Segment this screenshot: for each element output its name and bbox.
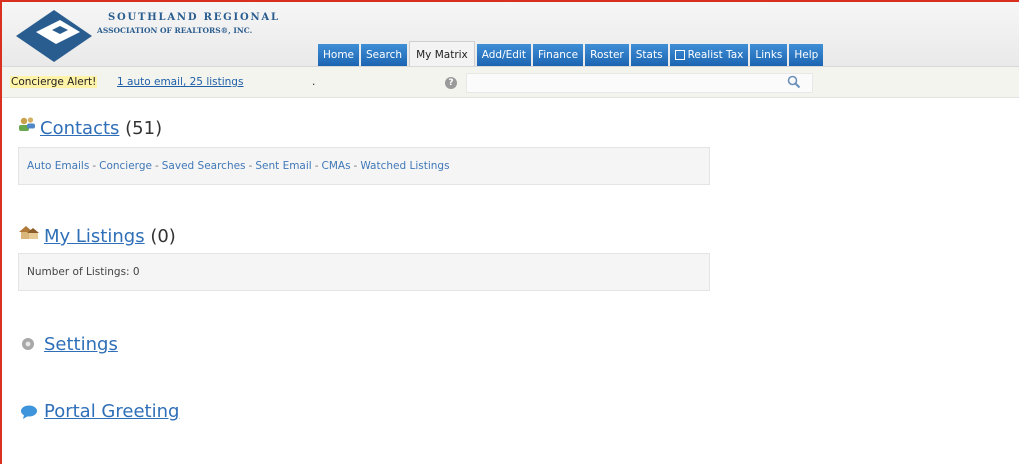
contacts-link[interactable]: Contacts — [40, 118, 119, 139]
tab-realist-tax[interactable]: Realist Tax — [669, 44, 749, 66]
my-listings-link[interactable]: My Listings — [44, 226, 145, 247]
link-saved-searches[interactable]: Saved Searches — [162, 160, 246, 172]
alert-suffix: . — [312, 76, 316, 88]
contacts-heading: Contacts (51) — [40, 118, 162, 139]
tab-my-matrix[interactable]: My Matrix — [409, 41, 475, 66]
header: SOUTHLAND REGIONAL ASSOCIATION OF REALTO… — [2, 2, 1019, 66]
tab-links[interactable]: Links — [750, 44, 788, 66]
logo[interactable]: SOUTHLAND REGIONAL ASSOCIATION OF REALTO… — [12, 6, 302, 62]
tab-roster[interactable]: Roster — [585, 44, 629, 66]
separator: - — [314, 160, 319, 172]
number-of-listings: Number of Listings: 0 — [27, 266, 140, 278]
separator: - — [154, 160, 159, 172]
houses-icon — [19, 226, 39, 239]
link-auto-emails[interactable]: Auto Emails — [27, 160, 89, 172]
logo-line2: ASSOCIATION OF REALTORS®, INC. — [97, 26, 253, 35]
contacts-count: (51) — [125, 118, 163, 139]
portal-greeting-link[interactable]: Portal Greeting — [44, 401, 179, 422]
portal-greeting-heading: Portal Greeting — [44, 401, 179, 422]
contacts-sub-links: Auto Emails - Concierge - Saved Searches - Sen… — [27, 160, 450, 172]
separator: - — [248, 160, 253, 172]
tab-add-edit[interactable]: Add/Edit — [476, 44, 531, 66]
tab-search[interactable]: Search — [361, 44, 408, 66]
link-sent-email[interactable]: Sent Email — [255, 160, 311, 172]
link-watched-listings[interactable]: Watched Listings — [360, 160, 449, 172]
contacts-icon — [19, 117, 35, 131]
main-nav: Home Search My Matrix Add/Edit Finance R… — [318, 41, 825, 66]
tab-home[interactable]: Home — [318, 44, 360, 66]
concierge-alert-link[interactable]: 1 auto email, 25 listings — [117, 76, 243, 88]
separator: - — [92, 160, 97, 172]
concierge-alert-label: Concierge Alert! — [10, 76, 98, 88]
gear-icon — [22, 338, 34, 350]
alert-bar: Concierge Alert! 1 auto email, 25 listin… — [2, 66, 1019, 98]
tab-finance[interactable]: Finance — [532, 44, 584, 66]
logo-line1: SOUTHLAND REGIONAL — [108, 12, 280, 23]
listings-heading: My Listings (0) — [44, 226, 176, 247]
tab-stats[interactable]: Stats — [630, 44, 668, 66]
help-icon[interactable]: ? — [445, 77, 457, 89]
separator: - — [353, 160, 358, 172]
tab-realist-tax-label: Realist Tax — [687, 49, 744, 61]
link-concierge[interactable]: Concierge — [99, 160, 152, 172]
settings-heading: Settings — [44, 334, 118, 355]
listings-count: (0) — [150, 226, 176, 247]
realist-icon — [674, 50, 685, 60]
search-icon[interactable] — [787, 75, 801, 89]
speech-bubble-icon — [21, 405, 37, 419]
logo-mark-icon — [16, 10, 92, 62]
settings-link[interactable]: Settings — [44, 334, 118, 355]
listings-panel: Number of Listings: 0 — [18, 253, 710, 291]
concierge-alert-link-text: 1 auto email, 25 listings — [117, 76, 244, 88]
search-input[interactable] — [466, 73, 813, 93]
link-cmas[interactable]: CMAs — [322, 160, 351, 172]
tab-help[interactable]: Help — [789, 44, 824, 66]
contacts-panel: Auto Emails - Concierge - Saved Searches - Sen… — [18, 147, 710, 185]
